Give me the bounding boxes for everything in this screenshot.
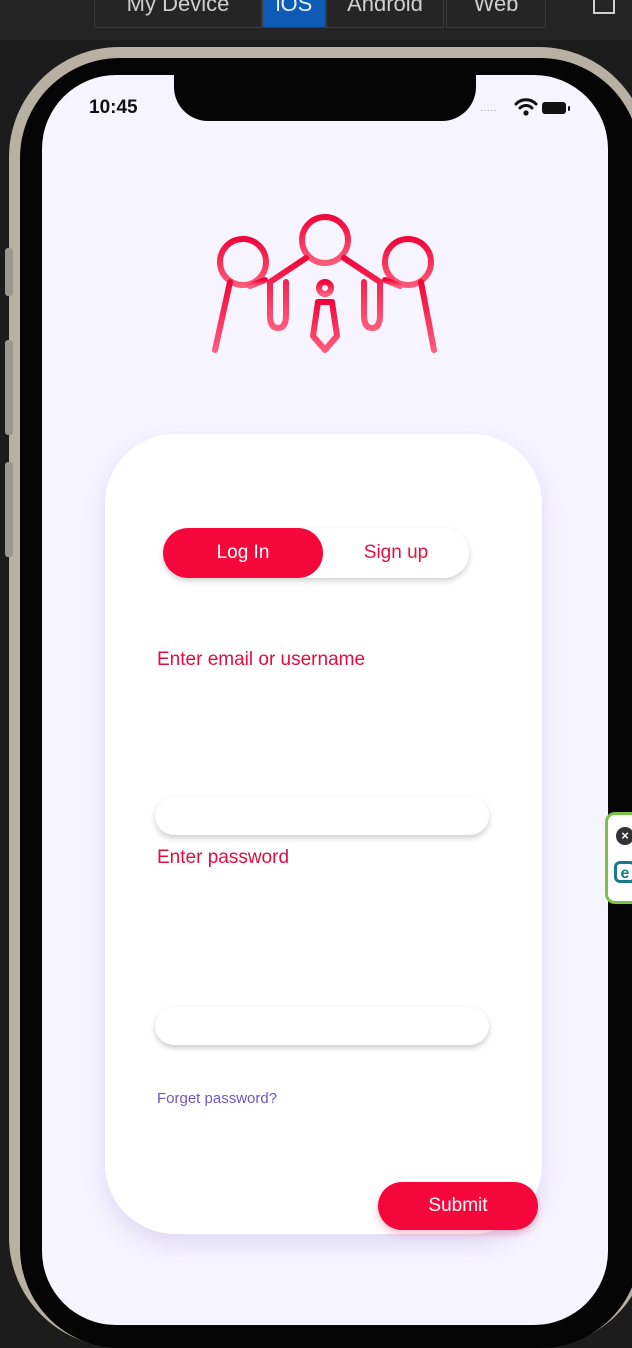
team-people-icon [212,214,437,353]
mute-switch [5,248,13,296]
auth-toggle: Log In Sign up [163,528,469,578]
auth-card: Log In Sign up Enter email or username E… [105,434,542,1234]
extension-widget: × e [605,812,632,904]
wifi-icon [514,98,538,116]
segment-web[interactable]: Web [446,0,546,28]
volume-up-button [5,340,13,435]
status-time: 10:45 [89,97,138,118]
window-icon[interactable] [593,0,615,14]
extension-e-icon[interactable]: e [614,861,632,883]
battery-icon [542,102,570,114]
tab-login[interactable]: Log In [163,528,323,578]
segment-android[interactable]: Android [326,0,444,28]
volume-down-button [5,462,13,557]
close-icon[interactable]: × [616,827,632,845]
password-field[interactable] [155,1007,489,1045]
password-label: Enter password [157,847,290,868]
notch [174,75,476,121]
segment-ios[interactable]: iOS [262,0,326,28]
forgot-password-link[interactable]: Forget password? [157,1090,277,1107]
phone-screen: 10:45 ····· Log In Sign up Enter email o… [42,75,608,1325]
status-icons: ····· [480,97,580,119]
tab-signup[interactable]: Sign up [323,528,469,578]
email-label: Enter email or username [157,649,366,670]
signal-dots-icon: ····· [480,105,497,116]
email-field[interactable] [155,797,489,835]
simulator-toolbar: My Device iOS Android Web [0,0,632,40]
submit-button[interactable]: Submit [378,1182,538,1230]
segment-my-device[interactable]: My Device [94,0,262,28]
